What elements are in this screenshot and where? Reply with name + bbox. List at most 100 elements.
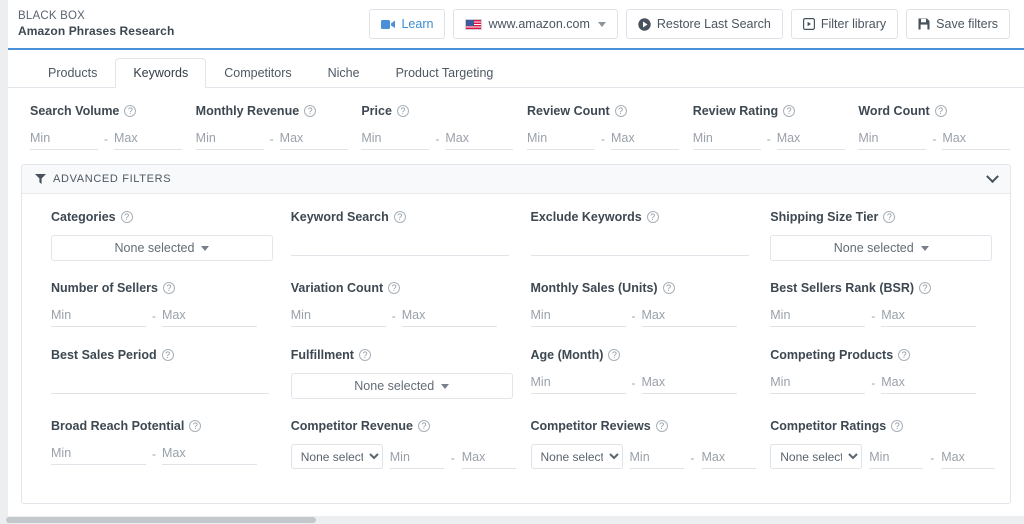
chevron-down-icon[interactable] [986, 169, 999, 183]
competitor-revenue-select[interactable]: None selected [290, 444, 383, 469]
filter-label: Exclude Keywords ? [531, 210, 771, 224]
word-count-max-input[interactable] [942, 129, 1011, 150]
funnel-icon [35, 174, 46, 184]
question-mark-circle-icon[interactable]: ? [783, 105, 796, 117]
filter-label: Review Count ? [527, 104, 693, 118]
best-sales-period-input[interactable] [51, 373, 269, 394]
exclude-keywords-input[interactable] [530, 235, 749, 256]
competing-products-min-input[interactable] [770, 373, 866, 394]
best-sellers-rank-min-input[interactable] [770, 306, 866, 327]
tab-products[interactable]: Products [30, 58, 115, 88]
filter-library-label: Filter library [820, 17, 887, 31]
keyword-search-input[interactable] [290, 235, 509, 256]
fulfillment-select[interactable]: None selected [290, 373, 513, 399]
question-mark-circle-icon[interactable]: ? [934, 105, 947, 117]
broad-reach-potential-max-input[interactable] [162, 444, 257, 465]
tab-keywords[interactable]: Keywords [115, 58, 207, 88]
label-text: Categories [51, 210, 116, 224]
competitor-reviews-select[interactable]: None selected [530, 444, 623, 469]
filter-library-button[interactable]: Filter library [790, 9, 899, 39]
question-mark-circle-icon[interactable]: ? [388, 282, 401, 294]
filter-label: Competitor Reviews ? [531, 419, 771, 433]
question-mark-circle-icon[interactable]: ? [358, 349, 371, 361]
age-month-max-input[interactable] [641, 373, 737, 394]
question-mark-circle-icon[interactable]: ? [418, 420, 430, 432]
restore-last-search-button[interactable]: Restore Last Search [625, 9, 783, 39]
tab-competitors[interactable]: Competitors [206, 58, 309, 88]
label-text: Search Volume [30, 104, 120, 118]
competing-products-max-input[interactable] [881, 373, 977, 394]
question-mark-circle-icon[interactable]: ? [162, 282, 175, 294]
competitor-ratings-select[interactable]: None selected [770, 444, 863, 469]
question-mark-circle-icon[interactable]: ? [304, 105, 317, 117]
filter-label: Variation Count ? [291, 281, 531, 295]
review-count-min-input[interactable] [527, 129, 596, 150]
label-text: Price [361, 104, 392, 118]
question-mark-circle-icon[interactable]: ? [891, 420, 904, 432]
marketplace-label: www.amazon.com [488, 17, 590, 31]
question-mark-circle-icon[interactable]: ? [393, 211, 406, 223]
learn-button[interactable]: Learn [369, 9, 446, 39]
competitor-reviews-max-input[interactable] [701, 448, 756, 469]
range-separator: - [871, 376, 876, 390]
filter-categories: Categories ? None selected [51, 210, 291, 261]
min-max-group: - [770, 306, 1010, 327]
question-mark-circle-icon[interactable]: ? [883, 211, 896, 223]
variation-count-max-input[interactable] [401, 306, 497, 327]
search-volume-max-input[interactable] [114, 129, 182, 150]
question-mark-circle-icon[interactable]: ? [124, 105, 137, 117]
scrollbar-thumb[interactable] [6, 517, 316, 523]
competitor-revenue-min-input[interactable] [389, 448, 444, 469]
question-mark-circle-icon[interactable]: ? [396, 105, 409, 117]
question-mark-circle-icon[interactable]: ? [646, 211, 659, 223]
tab-product-targeting[interactable]: Product Targeting [378, 58, 512, 88]
number-of-sellers-max-input[interactable] [162, 306, 257, 327]
horizontal-scrollbar[interactable] [0, 516, 1024, 524]
categories-select[interactable]: None selected [51, 235, 273, 261]
marketplace-selector[interactable]: www.amazon.com [453, 9, 618, 39]
range-separator: - [450, 451, 455, 465]
price-max-input[interactable] [445, 129, 514, 150]
question-mark-circle-icon[interactable]: ? [189, 420, 202, 432]
monthly-sales-units-min-input[interactable] [530, 306, 626, 327]
variation-count-min-input[interactable] [290, 306, 386, 327]
competitor-reviews-min-input[interactable] [629, 448, 684, 469]
range-separator: - [601, 132, 606, 146]
advanced-filters-header[interactable]: ADVANCED FILTERS [22, 165, 1010, 194]
competitor-ratings-min-input[interactable] [869, 448, 924, 469]
question-mark-circle-icon[interactable]: ? [161, 349, 174, 361]
age-month-min-input[interactable] [530, 373, 626, 394]
label-text: Number of Sellers [51, 281, 158, 295]
caret-down-icon [441, 383, 450, 389]
shipping-size-tier-select[interactable]: None selected [770, 235, 993, 261]
competitor-ratings-max-input[interactable] [941, 448, 996, 469]
range-separator: - [930, 451, 935, 465]
price-min-input[interactable] [361, 129, 430, 150]
review-count-max-input[interactable] [611, 129, 680, 150]
best-sellers-rank-max-input[interactable] [881, 306, 977, 327]
question-mark-circle-icon[interactable]: ? [120, 211, 133, 223]
word-count-min-input[interactable] [858, 129, 927, 150]
question-mark-circle-icon[interactable]: ? [919, 282, 932, 294]
min-max-group: - [858, 129, 1024, 150]
question-mark-circle-icon[interactable]: ? [655, 420, 668, 432]
filter-label: Word Count ? [858, 104, 1024, 118]
range-separator: - [690, 451, 695, 465]
review-rating-max-input[interactable] [776, 129, 845, 150]
broad-reach-potential-min-input[interactable] [51, 444, 146, 465]
question-mark-circle-icon[interactable]: ? [662, 282, 675, 294]
review-rating-min-input[interactable] [692, 129, 761, 150]
monthly-revenue-min-input[interactable] [195, 129, 264, 150]
save-filters-button[interactable]: Save filters [906, 9, 1010, 39]
min-max-group: - [195, 129, 362, 150]
question-mark-circle-icon[interactable]: ? [608, 349, 621, 361]
tab-niche[interactable]: Niche [310, 58, 378, 88]
question-mark-circle-icon[interactable]: ? [614, 105, 627, 117]
search-volume-min-input[interactable] [30, 129, 98, 150]
monthly-revenue-max-input[interactable] [279, 129, 348, 150]
monthly-sales-units-max-input[interactable] [641, 306, 737, 327]
label-text: Competitor Revenue [290, 419, 413, 433]
number-of-sellers-min-input[interactable] [51, 306, 146, 327]
question-mark-circle-icon[interactable]: ? [898, 349, 911, 361]
competitor-revenue-max-input[interactable] [461, 448, 516, 469]
